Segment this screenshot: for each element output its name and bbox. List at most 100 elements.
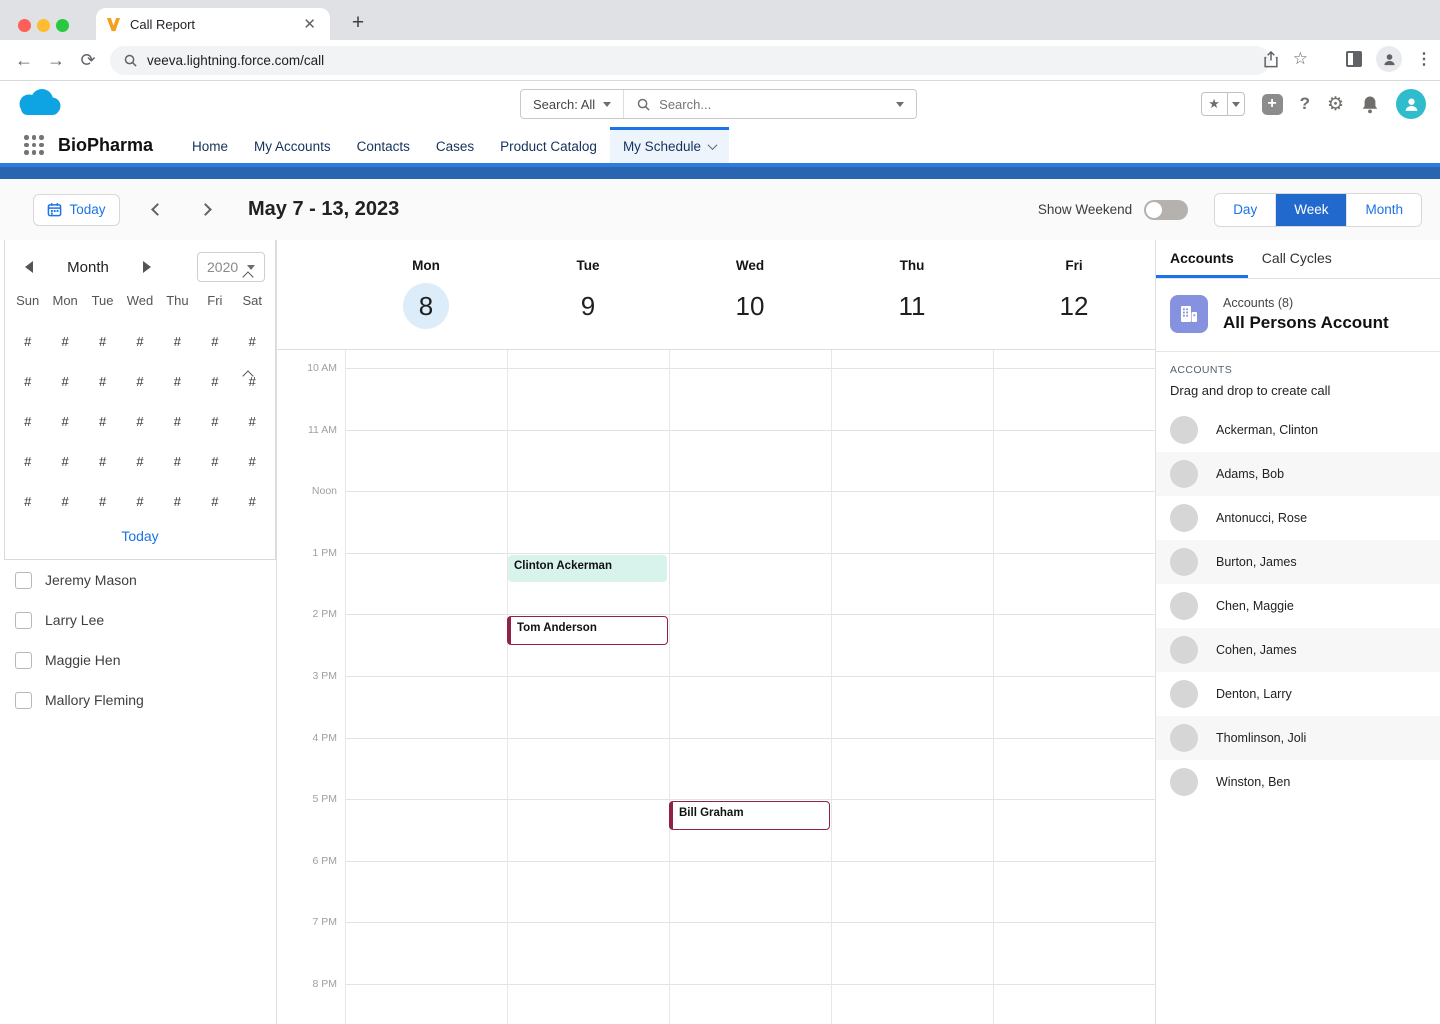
view-month-button[interactable]: Month [1346, 193, 1421, 226]
mini-day-cell[interactable]: # [84, 322, 121, 362]
nav-item-contacts[interactable]: Contacts [344, 127, 423, 163]
day-number[interactable]: 11 [889, 283, 935, 329]
favorites-star-icon[interactable]: ★ [1202, 93, 1228, 115]
mini-day-cell[interactable]: # [9, 482, 46, 522]
browser-menu-icon[interactable]: ⋮ [1416, 49, 1432, 69]
day-header-thu[interactable]: Thu 11 [831, 240, 993, 350]
address-bar[interactable]: veeva.lightning.force.com/call [110, 46, 1270, 75]
mini-day-cell[interactable]: # [121, 482, 158, 522]
day-number[interactable]: 12 [1051, 283, 1097, 329]
browser-tab[interactable]: Call Report ✕ [96, 8, 330, 40]
forward-icon[interactable]: → [40, 50, 72, 71]
nav-item-my-accounts[interactable]: My Accounts [241, 127, 344, 163]
mini-day-cell[interactable]: # [9, 322, 46, 362]
day-number[interactable]: 9 [565, 283, 611, 329]
mini-day-cell[interactable]: # [46, 442, 83, 482]
tab-close-icon[interactable]: ✕ [299, 15, 320, 34]
mini-day-cell[interactable]: # [159, 322, 196, 362]
account-list-card[interactable]: Accounts (8) All Persons Account [1156, 279, 1440, 352]
account-row-burton-james[interactable]: Burton, James [1156, 540, 1440, 584]
other-calendar-checkbox-mallory-fleming[interactable] [15, 691, 32, 709]
event-clinton-ackerman[interactable]: Clinton Ackerman [508, 554, 667, 582]
help-icon[interactable]: ? [1300, 94, 1310, 114]
other-calendar-checkbox-jeremy-mason[interactable] [15, 571, 32, 589]
search-caret-icon[interactable] [896, 101, 904, 107]
mini-day-cell[interactable]: # [84, 442, 121, 482]
show-weekend-toggle[interactable] [1144, 199, 1189, 220]
other-calendar-row-maggie-hen[interactable]: Maggie Hen [0, 640, 276, 680]
mini-day-cell[interactable]: # [9, 402, 46, 442]
previous-week-button[interactable] [146, 201, 168, 219]
today-button[interactable]: Today [33, 193, 120, 226]
mini-prev-month-icon[interactable] [25, 261, 33, 273]
mini-today-link[interactable]: Today [5, 528, 275, 544]
mini-day-cell[interactable]: # [159, 482, 196, 522]
mini-day-cell[interactable]: # [196, 442, 233, 482]
year-dropdown[interactable]: 2020 [197, 252, 265, 282]
window-close-button[interactable] [18, 19, 31, 32]
tab-call-cycles[interactable]: Call Cycles [1248, 240, 1346, 278]
nav-chevron-down-icon[interactable] [707, 140, 718, 151]
mini-day-cell[interactable]: # [121, 442, 158, 482]
new-tab-button[interactable]: + [344, 9, 372, 37]
mini-day-cell[interactable]: # [121, 362, 158, 402]
account-row-winston-ben[interactable]: Winston, Ben [1156, 760, 1440, 804]
nav-item-my-schedule[interactable]: My Schedule [609, 127, 729, 163]
browser-profile-avatar[interactable] [1376, 46, 1402, 72]
mini-next-month-icon[interactable] [143, 261, 151, 273]
favorites-button[interactable]: ★ [1200, 92, 1245, 116]
mini-day-cell[interactable]: # [234, 482, 271, 522]
mini-day-cell[interactable]: # [234, 402, 271, 442]
day-header-wed[interactable]: Wed 10 [669, 240, 831, 350]
user-avatar[interactable] [1396, 89, 1426, 119]
mini-day-cell[interactable]: # [159, 442, 196, 482]
nav-item-product-catalog[interactable]: Product Catalog [487, 127, 610, 163]
search-scope-selector[interactable]: Search: All [521, 90, 625, 118]
day-header-tue[interactable]: Tue 9 [507, 240, 669, 350]
window-minimize-button[interactable] [37, 19, 50, 32]
mini-day-cell[interactable]: # [121, 402, 158, 442]
bookmark-star-icon[interactable]: ☆ [1293, 49, 1308, 69]
mini-day-cell[interactable]: # [196, 482, 233, 522]
window-zoom-button[interactable] [56, 19, 69, 32]
notifications-bell-icon[interactable] [1361, 95, 1379, 114]
mini-day-cell[interactable]: # [121, 322, 158, 362]
nav-item-home[interactable]: Home [179, 127, 241, 163]
account-row-chen-maggie[interactable]: Chen, Maggie [1156, 584, 1440, 628]
mini-day-cell[interactable]: # [46, 482, 83, 522]
mini-day-cell[interactable]: # [159, 362, 196, 402]
mini-day-cell[interactable]: # [9, 362, 46, 402]
mini-day-cell[interactable]: # [196, 322, 233, 362]
back-icon[interactable]: ← [8, 50, 40, 71]
mini-day-cell[interactable]: # [159, 402, 196, 442]
search-input[interactable] [659, 96, 896, 112]
account-row-ackerman-clinton[interactable]: Ackerman, Clinton [1156, 408, 1440, 452]
mini-day-cell[interactable]: # [46, 322, 83, 362]
nav-item-cases[interactable]: Cases [423, 127, 487, 163]
mini-day-cell[interactable]: # [84, 482, 121, 522]
account-row-cohen-james[interactable]: Cohen, James [1156, 628, 1440, 672]
account-row-denton-larry[interactable]: Denton, Larry [1156, 672, 1440, 716]
setup-gear-icon[interactable]: ⚙ [1327, 93, 1344, 116]
next-week-button[interactable] [194, 201, 216, 219]
other-calendar-checkbox-maggie-hen[interactable] [15, 651, 32, 669]
day-number-today[interactable]: 8 [403, 283, 449, 329]
other-calendar-row-mallory-fleming[interactable]: Mallory Fleming [0, 680, 276, 720]
side-panel-icon[interactable] [1346, 51, 1362, 67]
app-launcher-icon[interactable] [24, 135, 44, 155]
mini-day-cell[interactable]: # [234, 362, 271, 402]
mini-day-cell[interactable]: # [46, 402, 83, 442]
mini-day-cell[interactable]: # [234, 442, 271, 482]
mini-day-cell[interactable]: # [9, 442, 46, 482]
day-number[interactable]: 10 [727, 283, 773, 329]
time-grid[interactable]: 10 AM 11 AM Noon 1 PM 2 PM 3 PM 4 PM 5 PM 6 PM 7 … [277, 350, 1155, 1024]
other-calendar-row-jeremy-mason[interactable]: Jeremy Mason [0, 560, 276, 600]
mini-day-cell[interactable]: # [196, 402, 233, 442]
day-header-mon[interactable]: Mon 8 [345, 240, 507, 350]
view-week-button[interactable]: Week [1275, 193, 1347, 226]
account-row-thomlinson-joli[interactable]: Thomlinson, Joli [1156, 716, 1440, 760]
other-calendar-row-larry-lee[interactable]: Larry Lee [0, 600, 276, 640]
view-day-button[interactable]: Day [1215, 193, 1276, 226]
account-row-antonucci-rose[interactable]: Antonucci, Rose [1156, 496, 1440, 540]
mini-day-cell[interactable]: # [46, 362, 83, 402]
